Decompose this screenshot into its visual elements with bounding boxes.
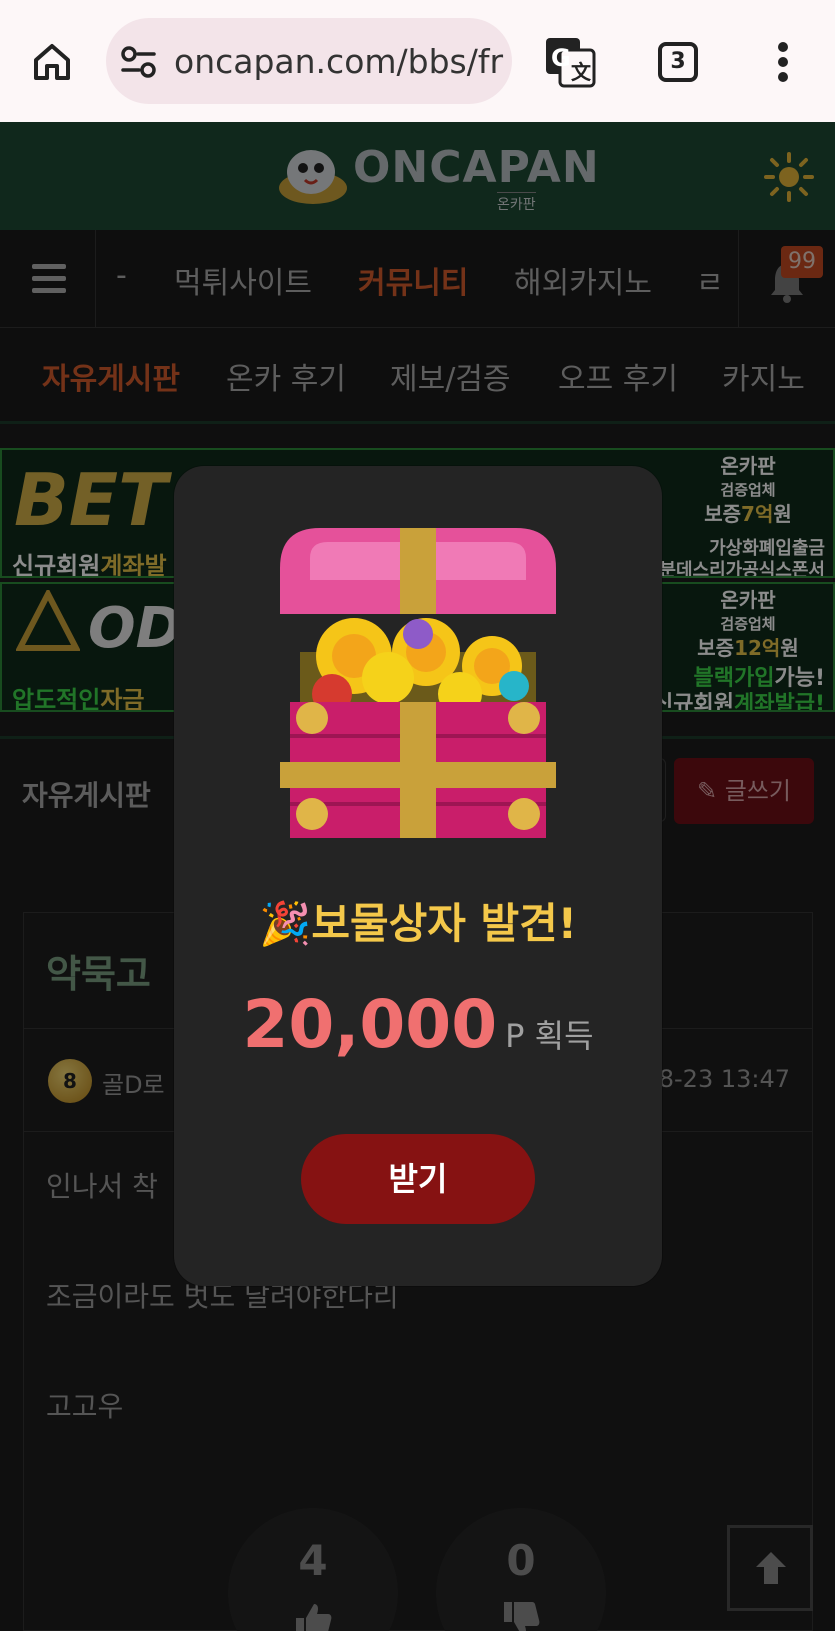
address-bar[interactable]: oncapan.com/bbs/fr — [106, 18, 512, 104]
treasure-chest-icon — [280, 528, 556, 838]
overflow-menu-icon[interactable] — [776, 42, 790, 82]
reward-amount: 20,000 P 획득 — [174, 986, 662, 1063]
reward-unit: P 획득 — [505, 1017, 594, 1055]
modal-title: 🎉보물상자 발견! — [259, 899, 577, 948]
url-text: oncapan.com/bbs/fr — [174, 42, 504, 81]
reward-points: 20,000 — [242, 986, 498, 1063]
site-settings-icon[interactable] — [120, 45, 158, 79]
svg-text:G: G — [551, 44, 571, 72]
translate-icon[interactable]: G 文 — [544, 36, 596, 88]
treasure-chest-modal: 🎉보물상자 발견! 20,000 P 획득 받기 — [174, 466, 662, 1286]
browser-toolbar: oncapan.com/bbs/fr G 文 3 — [0, 0, 835, 122]
party-popper-icon: 🎉 — [259, 899, 312, 948]
svg-text:文: 文 — [571, 60, 592, 84]
home-icon[interactable] — [28, 38, 76, 86]
tab-switcher-button[interactable]: 3 — [658, 42, 698, 82]
claim-button[interactable]: 받기 — [301, 1134, 535, 1224]
